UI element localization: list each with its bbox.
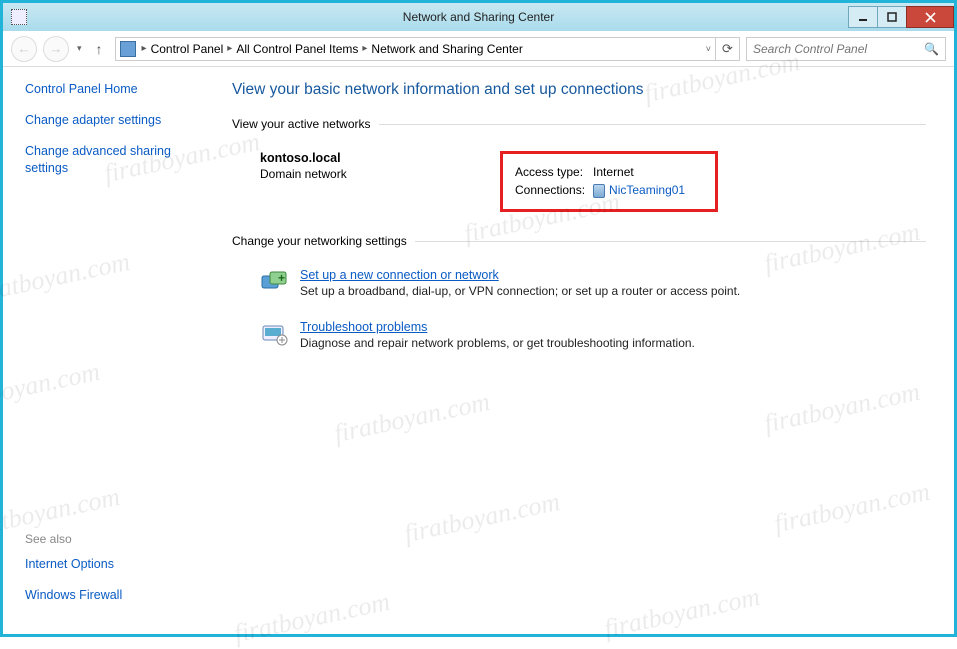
forward-button[interactable]: → (43, 36, 69, 62)
content-area: Control Panel Home Change adapter settin… (3, 67, 954, 634)
breadcrumb-separator: ▸ (140, 43, 149, 54)
maximize-button[interactable] (877, 6, 907, 28)
network-type: Domain network (260, 167, 500, 181)
see-also-label: See also (25, 532, 208, 546)
search-box[interactable]: 🔍 (746, 37, 946, 61)
main-panel: View your basic network information and … (218, 67, 954, 634)
connections-label: Connections: (515, 182, 591, 199)
task-row: Troubleshoot problems Diagnose and repai… (232, 314, 926, 366)
breadcrumb-item[interactable]: Control Panel (151, 42, 224, 56)
see-also-link[interactable]: Internet Options (25, 556, 208, 573)
history-dropdown[interactable]: ▾ (75, 43, 84, 54)
breadcrumb-bar[interactable]: ▸ Control Panel ▸ All Control Panel Item… (115, 37, 740, 61)
network-name: kontoso.local (260, 151, 500, 165)
title-bar: Network and Sharing Center (3, 3, 954, 31)
see-also-link[interactable]: Windows Firewall (25, 587, 208, 604)
breadcrumb-separator: ▸ (225, 43, 234, 54)
sidebar-link[interactable]: Change advanced sharing settings (25, 143, 208, 177)
breadcrumb-item[interactable]: All Control Panel Items (236, 42, 358, 56)
network-details-highlight: Access type: Internet Connections: NicTe… (500, 151, 718, 212)
control-panel-home-link[interactable]: Control Panel Home (25, 81, 208, 98)
window-title: Network and Sharing Center (3, 10, 954, 24)
svg-text:+: + (278, 271, 285, 285)
minimize-button[interactable] (848, 6, 878, 28)
close-button[interactable] (906, 6, 954, 28)
sidebar: Control Panel Home Change adapter settin… (3, 67, 218, 634)
adapter-icon (593, 184, 605, 198)
refresh-button[interactable]: ⟳ (715, 37, 739, 61)
section-change-settings: Change your networking settings (232, 234, 415, 248)
up-button[interactable]: ↑ (90, 41, 109, 57)
window-controls (849, 6, 954, 28)
access-type-label: Access type: (515, 164, 591, 180)
search-input[interactable] (753, 42, 939, 56)
section-active-networks: View your active networks (232, 117, 379, 131)
control-panel-icon (120, 41, 136, 57)
task-desc: Set up a broadband, dial-up, or VPN conn… (300, 284, 740, 298)
sidebar-link[interactable]: Change adapter settings (25, 112, 208, 129)
navigation-bar: ← → ▾ ↑ ▸ Control Panel ▸ All Control Pa… (3, 31, 954, 67)
active-network-block: kontoso.local Domain network Access type… (232, 145, 926, 234)
access-type-value: Internet (593, 164, 691, 180)
new-connection-icon: + (260, 268, 288, 296)
task-link-troubleshoot[interactable]: Troubleshoot problems (300, 320, 427, 334)
troubleshoot-icon (260, 320, 288, 348)
system-icon (11, 9, 27, 25)
page-heading: View your basic network information and … (232, 81, 926, 99)
breadcrumb-item[interactable]: Network and Sharing Center (371, 42, 522, 56)
breadcrumb-dropdown[interactable]: ˅ (704, 44, 713, 54)
task-desc: Diagnose and repair network problems, or… (300, 336, 695, 350)
back-button[interactable]: ← (11, 36, 37, 62)
search-icon: 🔍 (924, 42, 939, 56)
task-link-setup[interactable]: Set up a new connection or network (300, 268, 499, 282)
breadcrumb-separator: ▸ (360, 43, 369, 54)
connection-link[interactable]: NicTeaming01 (609, 183, 685, 197)
task-row: + Set up a new connection or network Set… (232, 262, 926, 314)
